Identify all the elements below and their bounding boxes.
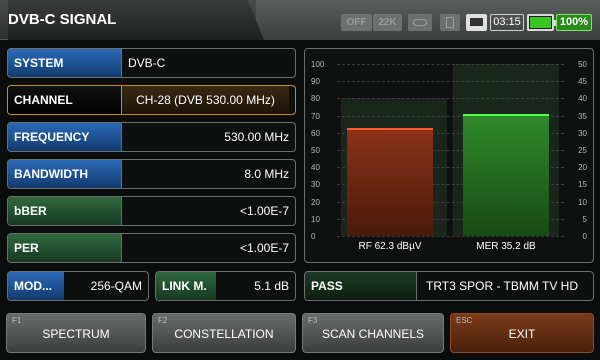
left-axis-tick: 30 (311, 180, 320, 190)
pass-label: PASS (305, 272, 417, 300)
system-value: DVB-C (128, 56, 166, 70)
per-value: <1.00E-7 (239, 241, 289, 255)
modulation-value: 256-QAM (90, 279, 142, 293)
tone-22k-indicator: 22K (373, 14, 402, 31)
mer-bar-label: MER 35.2 dB (476, 241, 536, 252)
dvbc-signal-screen: DVB-C SIGNAL OFF 22K 03:15 100% SYSTEM D… (0, 0, 600, 360)
left-axis-tick: 100 (311, 60, 325, 69)
right-axis-tick: 0 (582, 232, 587, 241)
left-axis-tick: 90 (311, 77, 320, 87)
constellation-button[interactable]: F2 CONSTELLATION (152, 313, 296, 353)
mer-bar (463, 114, 549, 236)
right-axis-tick: 20 (578, 163, 587, 173)
system-label: SYSTEM (8, 49, 122, 77)
rf-bar-cap (347, 127, 433, 130)
right-axis-tick: 10 (578, 197, 587, 207)
link-margin-value: 5.1 dB (254, 279, 289, 293)
frequency-label: FREQUENCY (8, 123, 122, 151)
right-axis-tick: 30 (578, 128, 587, 138)
channel-value: CH-28 (DVB 530.00 MHz) (122, 86, 289, 114)
modulation-row: MOD... 256-QAM (7, 271, 149, 301)
gridline (337, 98, 564, 100)
right-axis-tick: 25 (578, 146, 587, 155)
bandwidth-label: BANDWIDTH (8, 160, 122, 188)
left-axis-tick: 60 (311, 128, 320, 138)
battery-icon (527, 14, 557, 31)
spectrum-button-label: SPECTRUM (42, 327, 110, 341)
gridline (337, 236, 564, 237)
bber-label: bBER (8, 197, 122, 225)
right-axis-tick: 15 (578, 180, 587, 190)
right-axis-tick: 45 (578, 77, 587, 87)
right-axis-tick: 35 (578, 111, 587, 121)
right-axis-tick: 5 (582, 214, 587, 224)
bandwidth-value: 8.0 MHz (244, 167, 289, 181)
gridline (337, 81, 564, 83)
bber-row: bBER <1.00E-7 (7, 196, 296, 226)
exit-button-label: EXIT (508, 327, 536, 341)
bber-value: <1.00E-7 (239, 204, 289, 218)
bandwidth-row[interactable]: BANDWIDTH 8.0 MHz (7, 159, 296, 189)
frequency-row[interactable]: FREQUENCY 530.00 MHz (7, 122, 296, 152)
right-axis-tick: 50 (578, 60, 587, 69)
rf-bar-label: RF 62.3 dBµV (358, 241, 422, 252)
pass-status-row: PASS TRT3 SPOR - TBMM TV HD (304, 271, 594, 301)
modulation-label: MOD... (8, 272, 64, 300)
link-margin-row: LINK M. 5.1 dB (155, 271, 296, 301)
scan-channels-button-label: SCAN CHANNELS (321, 327, 425, 341)
left-axis-tick: 40 (311, 163, 320, 173)
left-axis-tick: 0 (311, 232, 316, 241)
channel-label: CHANNEL (8, 86, 122, 114)
monitor-icon (466, 14, 487, 31)
per-row: PER <1.00E-7 (7, 233, 296, 263)
page-title: DVB-C SIGNAL (8, 0, 264, 40)
battery-percent: 100% (556, 14, 592, 31)
exit-button[interactable]: ESC EXIT (450, 313, 594, 353)
per-label: PER (8, 234, 122, 262)
spectrum-button[interactable]: F1 SPECTRUM (6, 313, 146, 353)
gridline (337, 64, 564, 65)
left-axis-tick: 70 (311, 111, 320, 121)
sd-card-icon (440, 14, 460, 31)
channel-row[interactable]: CHANNEL CH-28 (DVB 530.00 MHz) (7, 85, 296, 115)
rf-bar (347, 128, 433, 236)
system-row[interactable]: SYSTEM DVB-C (7, 48, 296, 78)
left-axis-tick: 10 (311, 214, 320, 224)
frequency-value: 530.00 MHz (224, 130, 289, 144)
constellation-button-label: CONSTELLATION (174, 327, 274, 341)
service-name: TRT3 SPOR - TBMM TV HD (425, 279, 578, 293)
antenna-icon (408, 14, 432, 31)
right-axis-tick: 40 (578, 94, 587, 104)
lnb-off-indicator: OFF (341, 14, 372, 31)
scan-channels-button[interactable]: F3 SCAN CHANNELS (302, 313, 444, 353)
mer-bar-cap (463, 113, 549, 116)
top-bar: DVB-C SIGNAL OFF 22K 03:15 100% (0, 0, 600, 40)
link-margin-label: LINK M. (156, 272, 216, 300)
clock: 03:15 (490, 14, 524, 31)
battery-level-fill (530, 17, 551, 28)
left-axis-tick: 80 (311, 94, 320, 104)
signal-level-chart: 0 10 20 30 40 50 60 70 80 90 100 0 5 10 15 20 25 30 35 40 45… (304, 48, 594, 263)
left-axis-tick: 20 (311, 197, 320, 207)
left-axis-tick: 50 (311, 146, 320, 155)
